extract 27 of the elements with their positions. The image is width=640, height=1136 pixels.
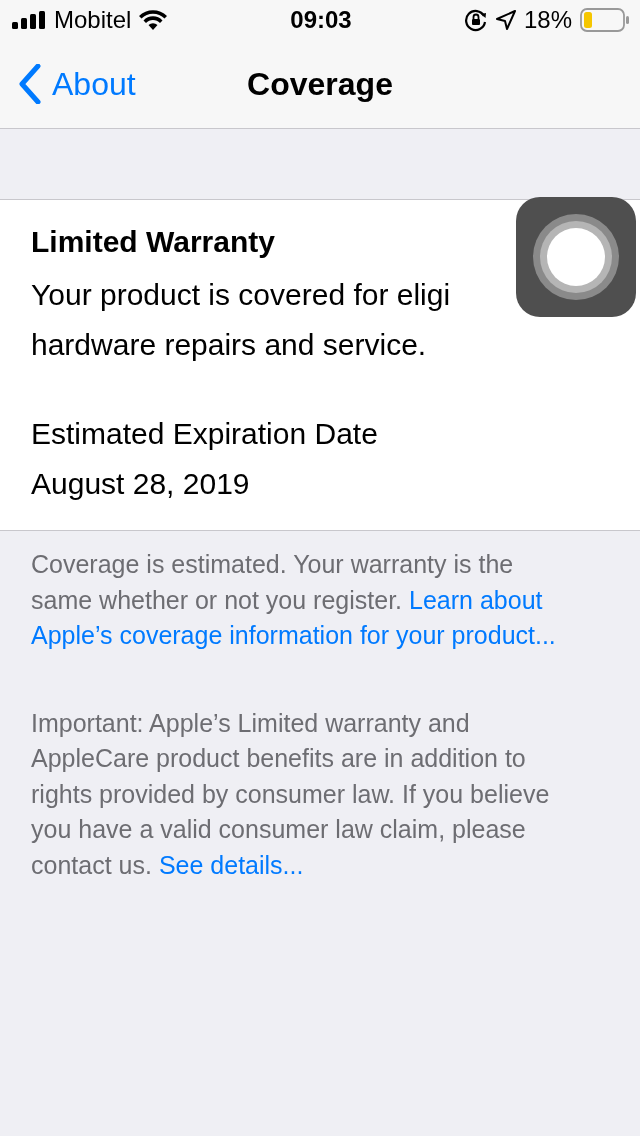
footer-note-text: you have a valid consumer law claim, please — [31, 814, 526, 845]
screen-title: Coverage — [247, 65, 393, 103]
home-circle-icon — [532, 213, 620, 301]
battery-percent: 18% — [523, 6, 572, 34]
assistive-touch-button[interactable] — [516, 197, 636, 317]
chevron-left-icon — [18, 64, 42, 104]
warranty-description: Your product is covered for eligi hardware repairs and service. — [31, 277, 452, 363]
battery-icon — [580, 8, 630, 32]
link[interactable]: Learn about — [409, 582, 543, 618]
expiration-label: Estimated Expiration Date — [31, 416, 379, 452]
warranty-title: Limited Warranty — [31, 224, 276, 260]
footer-note-text: Important: Apple’s Limited warranty and — [31, 707, 470, 739]
signal-icon — [12, 11, 46, 29]
expiration-date: August 28, 2019 — [31, 466, 251, 502]
back-button[interactable]: About — [0, 64, 136, 104]
link[interactable]: Apple’s coverage information for your product... — [31, 618, 556, 654]
wifi-icon — [139, 10, 168, 30]
carrier-name: Mobitel — [54, 6, 132, 34]
status-time: 09:03 — [290, 6, 352, 34]
link[interactable]: See details... — [158, 847, 304, 883]
footer-note-text: Coverage is estimated. Your warranty is the — [31, 549, 514, 580]
footer-note-text: AppleCare product benefits are in addition to — [31, 743, 526, 774]
footer-note-text: rights provided by consumer law. If you believe — [31, 778, 550, 810]
rotation-lock-icon — [463, 8, 488, 32]
location-arrow-icon — [495, 10, 516, 30]
footer-note-text: same whether or not you register. — [31, 584, 403, 616]
footer-note-text: contact us. — [31, 849, 152, 881]
